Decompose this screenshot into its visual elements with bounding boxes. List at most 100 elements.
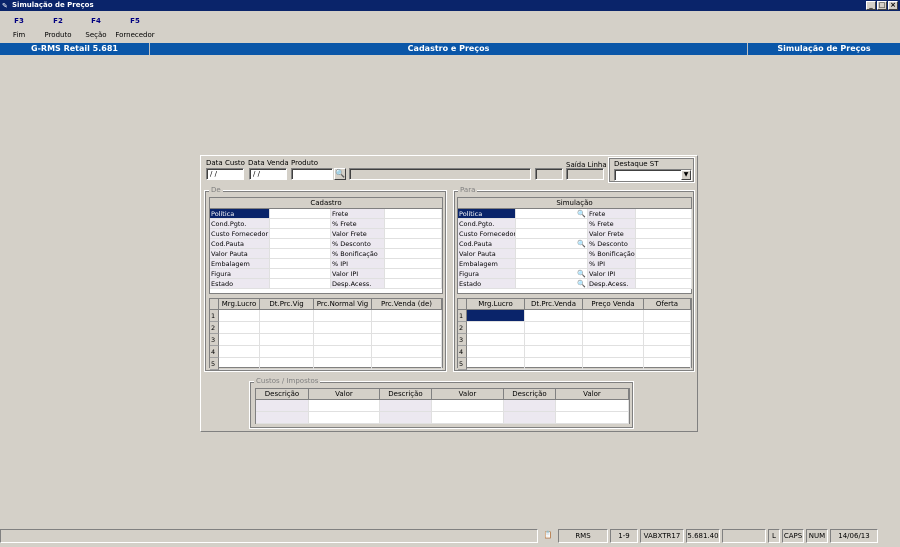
table-cell[interactable]: [644, 310, 691, 322]
field-value[interactable]: [270, 269, 331, 279]
produto-field[interactable]: [291, 168, 333, 180]
table-cell[interactable]: [525, 358, 583, 370]
table-cell[interactable]: [372, 346, 442, 358]
table-cell[interactable]: [219, 334, 260, 346]
table-cell[interactable]: [372, 358, 442, 370]
minimize-button[interactable]: _: [866, 1, 876, 10]
table-cell[interactable]: [644, 334, 691, 346]
field-value[interactable]: 🔍: [516, 239, 588, 249]
table-row[interactable]: 1: [458, 310, 691, 322]
field-value[interactable]: [270, 249, 331, 259]
table-cell[interactable]: [380, 412, 432, 424]
table-cell[interactable]: [525, 322, 583, 334]
table-cell[interactable]: [219, 310, 260, 322]
data-venda-field[interactable]: / /: [249, 168, 287, 180]
table-row[interactable]: [256, 400, 629, 412]
field-value[interactable]: [636, 209, 692, 219]
field-value[interactable]: [385, 259, 442, 269]
table-cell[interactable]: [219, 322, 260, 334]
destaque-st-select[interactable]: ▼: [614, 169, 692, 181]
field-value[interactable]: 🔍: [516, 209, 588, 219]
field-value[interactable]: [270, 209, 331, 219]
table-cell[interactable]: [583, 322, 644, 334]
table-row[interactable]: 3: [210, 334, 442, 346]
table-cell[interactable]: [372, 322, 442, 334]
table-cell[interactable]: [314, 334, 372, 346]
table-cell[interactable]: [583, 358, 644, 370]
table-cell[interactable]: [309, 412, 380, 424]
search-binoculars-icon[interactable]: 🔍: [577, 269, 586, 278]
maximize-button[interactable]: □: [877, 1, 887, 10]
table-cell[interactable]: [467, 346, 525, 358]
field-value[interactable]: [385, 269, 442, 279]
data-custo-field[interactable]: / /: [206, 168, 244, 180]
field-value[interactable]: [636, 229, 692, 239]
field-value[interactable]: [270, 229, 331, 239]
field-value[interactable]: [385, 229, 442, 239]
fkey-fornecedor[interactable]: F5 Fornecedor: [110, 14, 160, 42]
table-cell[interactable]: [260, 322, 314, 334]
table-cell[interactable]: [256, 412, 309, 424]
field-value[interactable]: [385, 239, 442, 249]
table-cell[interactable]: [556, 412, 629, 424]
field-value[interactable]: 🔍: [516, 269, 588, 279]
field-value[interactable]: [636, 249, 692, 259]
field-value[interactable]: [385, 249, 442, 259]
table-cell[interactable]: [372, 310, 442, 322]
field-value[interactable]: [270, 279, 331, 289]
produto-search-binoculars-icon[interactable]: 🔍: [334, 168, 346, 180]
table-row[interactable]: 1: [210, 310, 442, 322]
table-row[interactable]: 2: [210, 322, 442, 334]
table-cell[interactable]: [525, 334, 583, 346]
table-row[interactable]: 3: [458, 334, 691, 346]
table-cell[interactable]: [525, 346, 583, 358]
table-cell[interactable]: [309, 400, 380, 412]
table-cell[interactable]: [583, 310, 644, 322]
table-cell[interactable]: [644, 346, 691, 358]
field-value[interactable]: 🔍: [516, 279, 588, 289]
table-cell[interactable]: [380, 400, 432, 412]
table-cell[interactable]: [314, 310, 372, 322]
table-cell[interactable]: [314, 346, 372, 358]
table-cell[interactable]: [260, 310, 314, 322]
table-row[interactable]: [256, 412, 629, 424]
search-binoculars-icon[interactable]: 🔍: [577, 209, 586, 218]
table-cell[interactable]: [432, 400, 504, 412]
table-cell[interactable]: [467, 358, 525, 370]
table-cell[interactable]: [260, 334, 314, 346]
table-row[interactable]: 2: [458, 322, 691, 334]
table-row[interactable]: 4: [458, 346, 691, 358]
table-cell[interactable]: [372, 334, 442, 346]
table-cell[interactable]: [504, 400, 556, 412]
table-cell[interactable]: [219, 346, 260, 358]
table-cell[interactable]: [219, 358, 260, 370]
table-cell[interactable]: [467, 334, 525, 346]
close-button[interactable]: ×: [888, 1, 898, 10]
table-cell[interactable]: [583, 346, 644, 358]
table-cell[interactable]: [314, 322, 372, 334]
table-cell[interactable]: [314, 358, 372, 370]
field-value[interactable]: [636, 269, 692, 279]
field-value[interactable]: [516, 249, 588, 259]
table-cell[interactable]: [583, 334, 644, 346]
table-cell[interactable]: [525, 310, 583, 322]
table-cell[interactable]: [432, 412, 504, 424]
table-cell[interactable]: [256, 400, 309, 412]
table-cell[interactable]: [644, 322, 691, 334]
table-row[interactable]: 5: [458, 358, 691, 370]
table-cell[interactable]: [556, 400, 629, 412]
field-value[interactable]: [270, 239, 331, 249]
search-binoculars-icon[interactable]: 🔍: [577, 239, 586, 248]
table-cell[interactable]: [467, 310, 525, 322]
field-value[interactable]: [270, 259, 331, 269]
clipboard-icon[interactable]: 📋: [540, 529, 556, 543]
table-cell[interactable]: [467, 322, 525, 334]
field-value[interactable]: [516, 219, 588, 229]
table-cell[interactable]: [260, 346, 314, 358]
field-value[interactable]: [636, 279, 692, 289]
table-row[interactable]: 5: [210, 358, 442, 370]
table-cell[interactable]: [260, 358, 314, 370]
table-row[interactable]: 4: [210, 346, 442, 358]
chevron-down-icon[interactable]: ▼: [681, 170, 691, 180]
table-cell[interactable]: [644, 358, 691, 370]
